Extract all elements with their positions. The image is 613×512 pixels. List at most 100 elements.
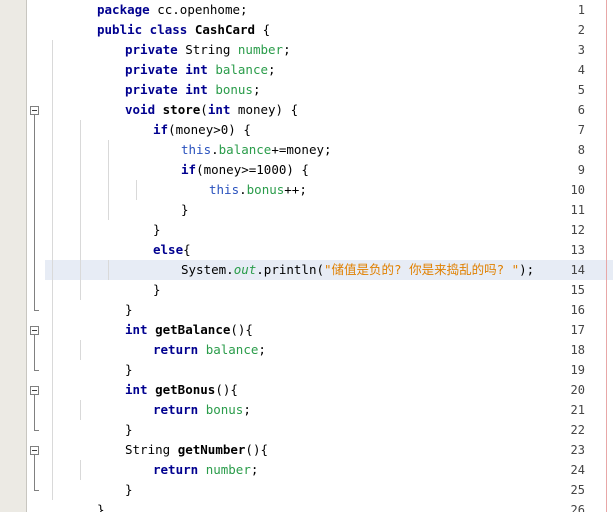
indent-guide — [136, 180, 137, 200]
code-token: { — [183, 242, 191, 257]
code-line[interactable]: if(money>=1000) { — [181, 160, 309, 180]
code-token: getBalance — [155, 322, 231, 337]
code-token: ; — [250, 462, 259, 477]
code-line[interactable]: } — [125, 480, 133, 500]
code-token: if — [153, 122, 169, 137]
fold-collapse-icon[interactable] — [30, 386, 39, 395]
indent-guide — [52, 80, 53, 100]
indent-guide — [108, 200, 109, 220]
indent-guide — [52, 180, 53, 200]
indent-guide — [52, 120, 53, 140]
code-token: (money>0) { — [168, 122, 251, 137]
fold-end-marker — [34, 430, 39, 431]
code-token: else — [153, 242, 184, 257]
code-token: (money>=1000) { — [196, 162, 309, 177]
indent-guide — [52, 100, 53, 120]
code-token: getBonus — [155, 382, 216, 397]
code-editor[interactable]: package cc.openhome; public class CashCar… — [0, 0, 613, 512]
fold-connector-line — [34, 260, 35, 280]
line-number: 16 — [570, 303, 585, 317]
code-line[interactable]: void store(int money) { — [125, 100, 298, 120]
code-token: if — [181, 162, 197, 177]
code-line[interactable]: } — [181, 200, 189, 220]
code-line[interactable]: } — [153, 220, 161, 240]
line-number: 14 — [570, 263, 585, 277]
line-number: 5 — [577, 83, 585, 97]
line-number: 18 — [570, 343, 585, 357]
fold-collapse-icon[interactable] — [30, 326, 39, 335]
code-line[interactable]: private String number; — [125, 40, 291, 60]
code-line[interactable]: System.out.println("储值是负的? 你是来捣乱的吗? "); — [181, 260, 534, 280]
code-line[interactable]: return number; — [153, 460, 258, 480]
code-line[interactable]: public class CashCard { — [97, 20, 270, 40]
code-token: } — [125, 422, 133, 437]
fold-connector-line — [34, 220, 35, 240]
fold-marker-column[interactable] — [27, 0, 45, 512]
code-token: ( — [200, 102, 208, 117]
indent-guide — [80, 140, 81, 160]
line-number: 25 — [570, 483, 585, 497]
code-token: ; — [252, 82, 261, 97]
fold-connector-line — [34, 240, 35, 260]
fold-connector-line — [34, 460, 35, 480]
fold-collapse-icon[interactable] — [30, 106, 39, 115]
code-token: int — [125, 382, 156, 397]
code-token: ++; — [284, 182, 307, 197]
fold-connector-line — [34, 180, 35, 200]
gutter-separator — [26, 0, 27, 512]
line-number: 2 — [577, 23, 585, 37]
code-token: "储值是负的? 你是来捣乱的吗? " — [324, 262, 520, 277]
indent-guide — [80, 280, 81, 300]
code-token: . — [239, 182, 247, 197]
fold-connector-line — [34, 420, 35, 430]
code-line[interactable]: package cc.openhome; — [97, 0, 248, 20]
code-token: System. — [181, 262, 234, 277]
code-line[interactable]: int getBalance(){ — [125, 320, 253, 340]
code-line[interactable]: } — [125, 420, 133, 440]
code-token: this — [181, 142, 212, 157]
code-line[interactable]: int getBonus(){ — [125, 380, 238, 400]
code-token: } — [125, 302, 133, 317]
code-line[interactable]: this.balance+=money; — [181, 140, 332, 160]
indent-guide — [52, 380, 53, 400]
line-number: 17 — [570, 323, 585, 337]
line-number-gutter[interactable] — [0, 0, 26, 512]
code-token: balance — [215, 62, 269, 77]
code-line[interactable]: } — [97, 500, 105, 512]
code-line[interactable]: } — [125, 360, 133, 380]
code-line[interactable]: this.bonus++; — [209, 180, 307, 200]
code-token: out — [233, 262, 257, 277]
code-line[interactable]: return balance; — [153, 340, 266, 360]
indent-guide — [52, 260, 53, 280]
code-line[interactable]: } — [153, 280, 161, 300]
code-line[interactable]: } — [125, 300, 133, 320]
line-number: 11 — [570, 203, 585, 217]
print-margin-line — [606, 0, 607, 512]
code-token: ; — [243, 402, 251, 417]
line-number: 10 — [570, 183, 585, 197]
fold-end-marker — [34, 370, 39, 371]
indent-guide — [52, 480, 53, 500]
code-line[interactable]: private int balance; — [125, 60, 276, 80]
indent-guide — [80, 160, 81, 180]
fold-collapse-icon[interactable] — [30, 446, 39, 455]
line-number: 22 — [570, 423, 585, 437]
code-text-area[interactable]: package cc.openhome; public class CashCar… — [45, 0, 613, 512]
line-number: 26 — [570, 503, 585, 512]
indent-guide — [80, 400, 81, 420]
code-line[interactable]: if(money>0) { — [153, 120, 251, 140]
code-line[interactable]: private int bonus; — [125, 80, 261, 100]
code-token: } — [125, 482, 133, 497]
line-number: 20 — [570, 383, 585, 397]
code-line[interactable]: return bonus; — [153, 400, 251, 420]
fold-end-marker — [34, 490, 39, 491]
code-token: int — [185, 62, 216, 77]
indent-guide — [80, 460, 81, 480]
code-token: } — [97, 502, 105, 512]
code-token: String — [125, 442, 178, 457]
code-line[interactable]: String getNumber(){ — [125, 440, 268, 460]
fold-end-marker — [34, 310, 39, 311]
indent-guide — [52, 220, 53, 240]
code-token: (){ — [215, 382, 238, 397]
code-line[interactable]: else{ — [153, 240, 191, 260]
